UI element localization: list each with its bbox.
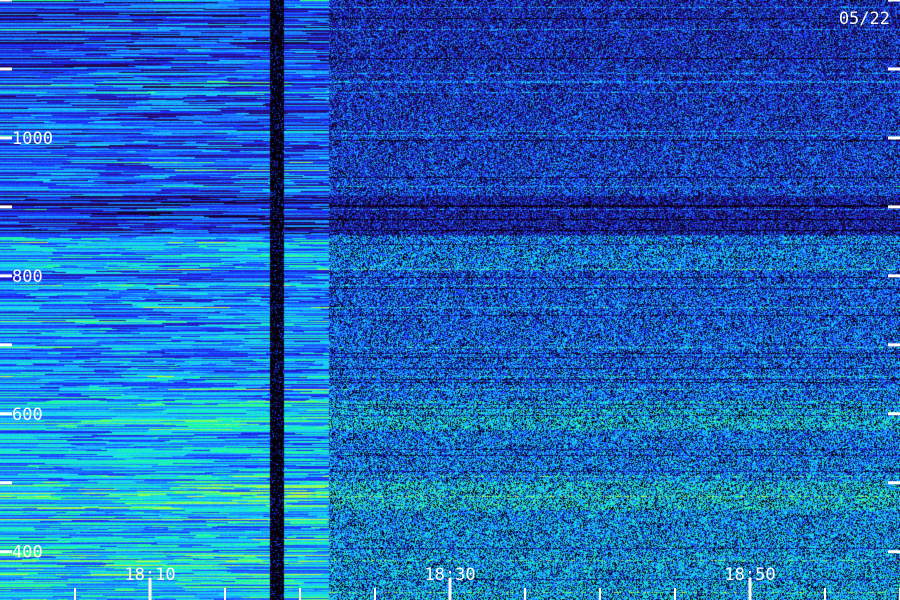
spectrogram-heatmap	[0, 0, 900, 600]
